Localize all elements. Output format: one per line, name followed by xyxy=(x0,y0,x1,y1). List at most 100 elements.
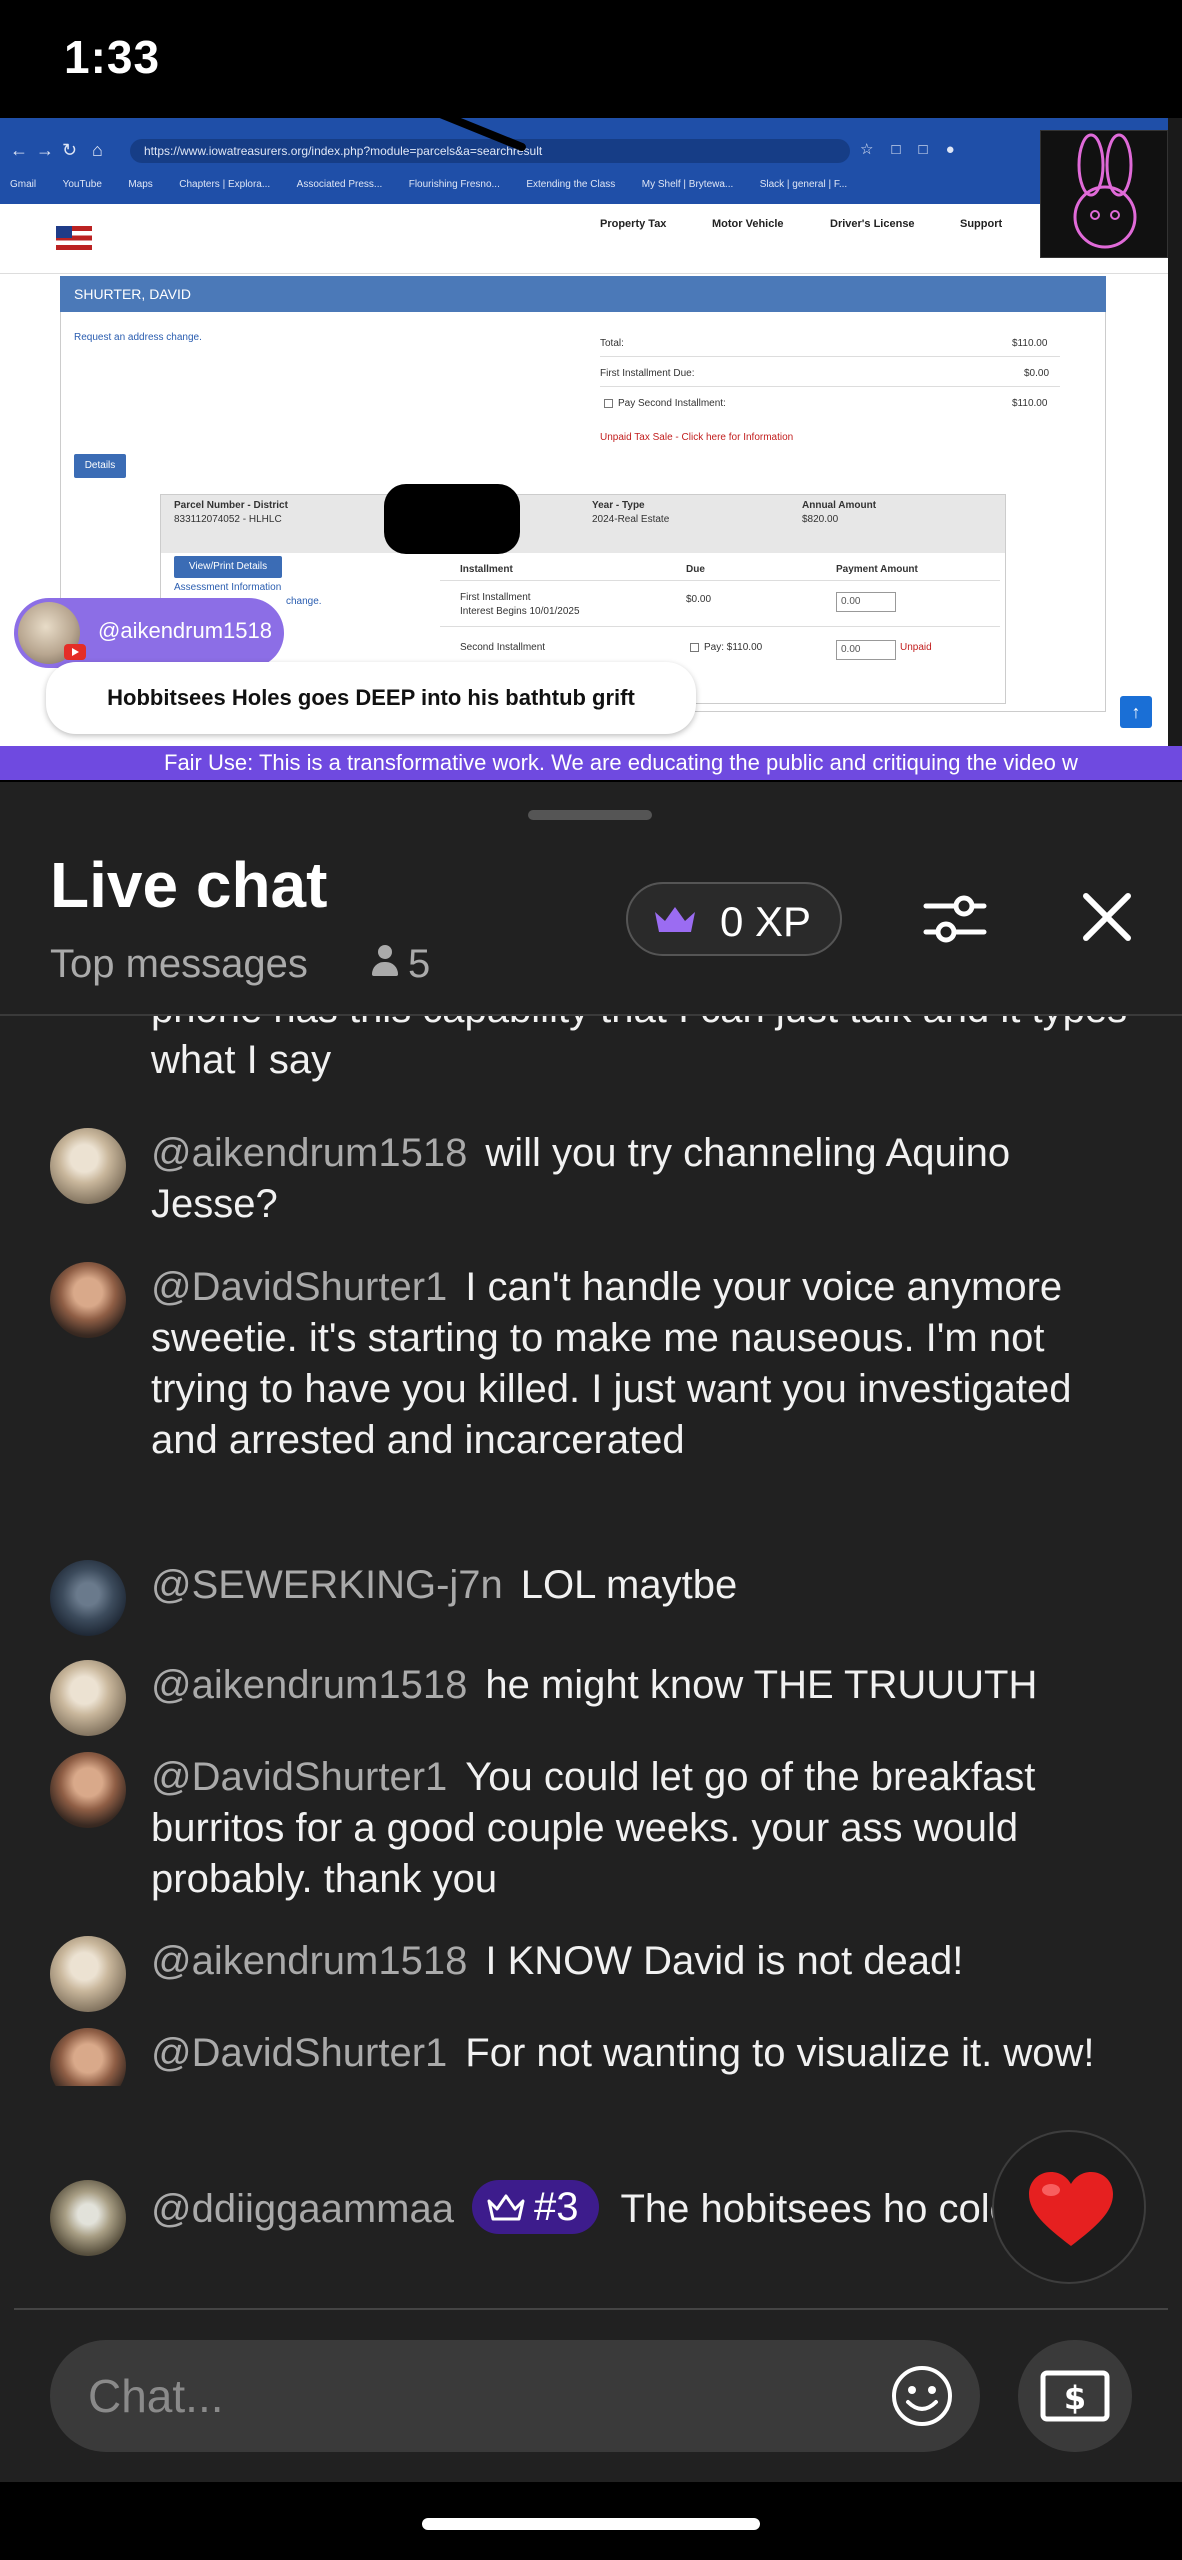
annual-label: Annual Amount xyxy=(802,500,877,511)
xp-button[interactable]: 0 XP xyxy=(626,882,842,956)
status-time: 1:33 xyxy=(64,31,161,83)
avatar[interactable] xyxy=(50,1262,126,1338)
rank-value: #3 xyxy=(534,2185,579,2229)
assessment-link: Assessment Information xyxy=(174,582,282,593)
bookmark: YouTube xyxy=(62,179,102,190)
chat-input-container[interactable] xyxy=(50,2340,980,2452)
total-label: Total: xyxy=(600,338,624,349)
bookmark: Associated Press... xyxy=(296,179,383,190)
crown-icon xyxy=(487,2194,525,2221)
pay-second-label: Pay Second Installment: xyxy=(618,398,726,409)
chat-author[interactable]: @DavidShurter1 xyxy=(151,1265,447,1309)
details-button: Details xyxy=(74,454,126,478)
view-print-button: View/Print Details xyxy=(174,556,282,578)
bookmark: Extending the Class xyxy=(526,179,616,190)
avatar[interactable] xyxy=(50,1752,126,1828)
avatar[interactable] xyxy=(50,1936,126,2012)
home-icon: ⌂ xyxy=(92,140,103,160)
video-caption: Hobbitsees Holes goes DEEP into his bath… xyxy=(46,662,696,734)
video-player[interactable]: ← → ↻ ⌂ https://www.iowatreasurers.org/i… xyxy=(0,118,1182,780)
chat-message-list[interactable]: phone has this capability that I can jus… xyxy=(0,1016,1182,2086)
rabbit-logo-icon xyxy=(1040,130,1168,258)
chat-message-body: @DavidShurter1 You could let go of the br… xyxy=(151,1752,1141,1905)
person-icon xyxy=(370,945,400,979)
chat-author[interactable]: @SEWERKING-j7n xyxy=(151,1563,503,1607)
redaction-mark xyxy=(384,484,520,554)
pay-second-row: Pay Second Installment: xyxy=(604,398,726,409)
pay-second-value: $110.00 xyxy=(1012,398,1048,409)
chat-filter-dropdown[interactable]: Top messages xyxy=(50,942,308,987)
chat-input[interactable] xyxy=(88,2340,868,2452)
flag-logo-icon xyxy=(56,226,92,250)
chat-message-body: @aikendrum1518 I KNOW David is not dead! xyxy=(151,1936,1141,1987)
year-type-value: 2024-Real Estate xyxy=(592,514,670,525)
change-link: change. xyxy=(286,596,322,607)
back-icon: ← xyxy=(10,140,28,160)
avatar[interactable] xyxy=(50,2180,126,2256)
row2-due: Pay: $110.00 xyxy=(704,642,763,653)
chat-message-body: @aikendrum1518 he might know THE TRUUUTH xyxy=(151,1660,1141,1711)
avatar[interactable] xyxy=(50,1128,126,1204)
row2-status: Unpaid xyxy=(900,642,932,653)
chat-text: LOL maytbe xyxy=(520,1563,738,1607)
drag-handle[interactable] xyxy=(528,810,652,820)
divider xyxy=(600,356,1060,357)
total-value: $110.00 xyxy=(1012,338,1048,349)
close-icon[interactable] xyxy=(1076,886,1138,948)
address-change-link: Request an address change. xyxy=(74,332,202,343)
chat-message-body: @aikendrum1518 will you try channeling Aq… xyxy=(151,1128,1141,1230)
dollar-bill-icon: $ xyxy=(1040,2370,1110,2422)
heart-icon xyxy=(1029,2172,1113,2246)
forward-icon: → xyxy=(36,140,54,160)
row2-amount: 0.00 xyxy=(836,640,896,660)
chat-author[interactable]: @aikendrum1518 xyxy=(151,1131,467,1175)
col-payment: Payment Amount xyxy=(836,564,918,575)
nav-motor-vehicle: Motor Vehicle xyxy=(712,218,784,230)
partial-chat-message: phone has this capability that I can jus… xyxy=(151,1016,1127,1082)
nav-property-tax: Property Tax xyxy=(600,218,667,230)
browser-extension-icons: ☆□□● xyxy=(860,141,973,158)
annual-value: $820.00 xyxy=(802,514,839,525)
row1-name: First Installment xyxy=(460,592,531,603)
nav-support: Support xyxy=(960,218,1003,230)
site-nav xyxy=(0,204,1168,274)
crown-icon xyxy=(655,907,695,932)
parcel-label: Parcel Number - District xyxy=(174,500,288,511)
home-indicator[interactable] xyxy=(422,2518,760,2530)
bookmark: Chapters | Explora... xyxy=(179,179,271,190)
xp-value: 0 XP xyxy=(720,898,812,945)
emoji-icon[interactable] xyxy=(890,2364,954,2428)
address-bar: https://www.iowatreasurers.org/index.php… xyxy=(130,139,850,163)
svg-text:$: $ xyxy=(1064,2379,1086,2417)
tax-sale-link: Unpaid Tax Sale - Click here for Informa… xyxy=(600,432,794,443)
scroll-top-arrow-icon: ↑ xyxy=(1120,696,1152,728)
status-bar: 1:33 xyxy=(0,0,1182,118)
live-chat-panel: Live chat Top messages 5 0 XP phone has … xyxy=(0,782,1182,2482)
first-due-value: $0.00 xyxy=(1024,368,1050,379)
rank-badge: #3 xyxy=(472,2180,599,2234)
row1-interest: Interest Begins 10/01/2025 xyxy=(460,606,580,617)
heart-reaction-button[interactable] xyxy=(992,2130,1146,2284)
chat-author[interactable]: @aikendrum1518 xyxy=(151,1663,467,1707)
row1-due: $0.00 xyxy=(686,594,712,605)
youtube-icon xyxy=(64,644,86,660)
chat-title: Live chat xyxy=(50,849,328,921)
row2-name: Second Installment xyxy=(460,642,546,653)
chat-author[interactable]: @ddiiggaammaa xyxy=(151,2187,454,2231)
avatar[interactable] xyxy=(50,1660,126,1736)
chat-message-body: @DavidShurter1 I can't handle your voice … xyxy=(151,1262,1141,1466)
super-chat-button[interactable]: $ xyxy=(1018,2340,1132,2452)
tagged-username: @aikendrum1518 xyxy=(98,618,272,643)
bookmark: Maps xyxy=(128,179,153,190)
owner-name-header: SHURTER, DAVID xyxy=(60,276,1106,312)
chat-author[interactable]: @aikendrum1518 xyxy=(151,1939,467,1983)
checkbox xyxy=(690,642,699,652)
sliders-icon[interactable] xyxy=(922,886,988,952)
fair-use-ticker: Fair Use: This is a transformative work.… xyxy=(0,746,1182,780)
first-due-label: First Installment Due: xyxy=(600,368,695,379)
chat-author[interactable]: @DavidShurter1 xyxy=(151,2031,447,2075)
chat-author[interactable]: @DavidShurter1 xyxy=(151,1755,447,1799)
divider xyxy=(14,2308,1168,2310)
avatar[interactable] xyxy=(50,1560,126,1636)
avatar[interactable] xyxy=(50,2028,126,2086)
